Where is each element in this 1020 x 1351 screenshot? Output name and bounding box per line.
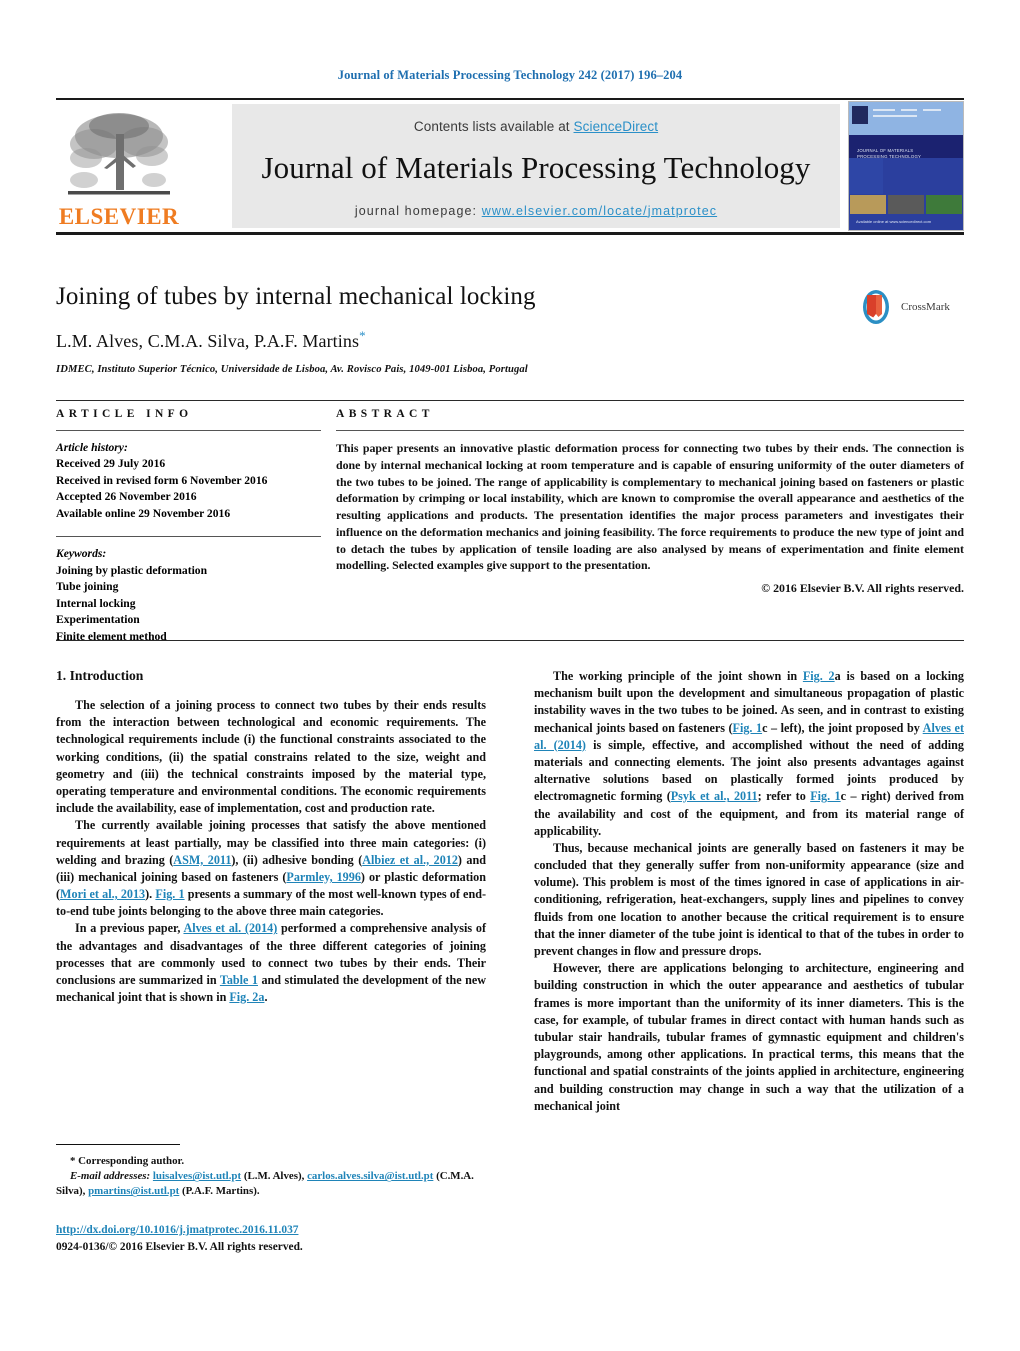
section-heading-introduction: 1. Introduction xyxy=(56,668,144,683)
running-head: Journal of Materials Processing Technolo… xyxy=(337,68,683,82)
affiliation: IDMEC, Instituto Superior Técnico, Unive… xyxy=(56,364,528,375)
history-revised: Received in revised form 6 November 2016 xyxy=(56,473,268,487)
page-title: Joining of tubes by internal mechanical … xyxy=(56,283,536,310)
keywords-label: Keywords: xyxy=(56,547,107,561)
keyword-item: Finite element method xyxy=(56,629,167,643)
text-run: In a previous paper, xyxy=(75,921,184,936)
article-info-rule xyxy=(56,430,321,431)
keyword-item: Internal locking xyxy=(56,596,136,610)
doi-block: http://dx.doi.org/10.1016/j.jmatprotec.2… xyxy=(56,1222,516,1255)
title-block: Joining of tubes by internal mechanical … xyxy=(56,282,964,375)
article-first-page: Journal of Materials Processing Technolo… xyxy=(0,0,1020,1351)
journal-title: Journal of Materials Processing Technolo… xyxy=(261,149,811,185)
abstract-rule xyxy=(336,430,964,431)
elsevier-tree-icon xyxy=(68,113,170,195)
journal-banner: Contents lists available at ScienceDirec… xyxy=(232,104,840,228)
paragraph: The working principle of the joint shown… xyxy=(534,668,964,840)
history-online: Available online 29 November 2016 xyxy=(56,506,231,520)
author-names: L.M. Alves, C.M.A. Silva, P.A.F. Martins xyxy=(56,331,360,351)
text-run: ; refer to xyxy=(757,789,811,804)
sciencedirect-link[interactable]: ScienceDirect xyxy=(574,119,659,134)
crossmark-label: CrossMark xyxy=(901,301,950,313)
article-history-label: Article history: xyxy=(56,441,128,454)
keyword-item: Experimentation xyxy=(56,613,140,627)
corresponding-author-marker: * xyxy=(359,328,366,343)
body-column-right: The working principle of the joint shown… xyxy=(534,668,964,1115)
body-top-rule xyxy=(56,640,964,642)
text-run: ). xyxy=(145,887,156,902)
abstract-column: ABSTRACT This paper presents an innovati… xyxy=(336,408,964,645)
footnote-block: * Corresponding author. E-mail addresses… xyxy=(56,1144,492,1200)
text-run: The working principle of the joint shown… xyxy=(553,669,803,683)
figure-link[interactable]: Fig. 1 xyxy=(733,721,763,735)
homepage-prefix: journal homepage: xyxy=(354,203,482,218)
citation-link[interactable]: Mori et al., 2013 xyxy=(60,887,145,901)
elsevier-wordmark: ELSEVIER xyxy=(58,204,180,229)
email-link[interactable]: luisalves@ist.utl.pt xyxy=(153,1170,241,1182)
article-info-column: ARTICLE INFO Article history: Received 2… xyxy=(56,408,336,645)
citation-link[interactable]: Psyk et al., 2011 xyxy=(671,789,758,803)
email-link[interactable]: pmartins@ist.utl.pt xyxy=(88,1185,179,1197)
doi-link[interactable]: http://dx.doi.org/10.1016/j.jmatprotec.2… xyxy=(56,1224,298,1236)
citation-link[interactable]: Alves et al. (2014) xyxy=(183,921,277,935)
doi-link-wrap: http://dx.doi.org/10.1016/j.jmatprotec.2… xyxy=(56,1222,516,1239)
elsevier-logo: ELSEVIER xyxy=(58,104,180,228)
info-abstract-top-rule xyxy=(56,400,964,402)
keywords-rule xyxy=(56,536,321,538)
cover-footer-text: Available online at www.sciencedirect.co… xyxy=(856,219,932,224)
contents-available-line: Contents lists available at ScienceDirec… xyxy=(414,119,658,134)
cover-photo-strip xyxy=(849,194,963,214)
abstract-text: This paper presents an innovative plasti… xyxy=(336,441,964,573)
paragraph: The selection of a joining process to co… xyxy=(56,698,486,816)
email-link[interactable]: carlos.alves.silva@ist.utl.pt xyxy=(307,1170,433,1182)
paragraph: In a previous paper, Alves et al. (2014)… xyxy=(56,920,486,1006)
keyword-item: Tube joining xyxy=(56,580,119,594)
masthead-bottom-rule xyxy=(56,232,964,235)
footnote-rule xyxy=(56,1144,180,1146)
corresponding-author-note: * Corresponding author. xyxy=(70,1155,185,1168)
cover-publisher-mark xyxy=(852,106,868,124)
text-run: c – left), the joint proposed by xyxy=(762,720,923,735)
figure-link[interactable]: Fig. 2 xyxy=(803,669,835,683)
history-accepted: Accepted 26 November 2016 xyxy=(56,490,197,504)
paragraph: Thus, because mechanical joints are gene… xyxy=(534,840,964,958)
paragraph: The currently available joining processe… xyxy=(56,817,486,920)
issn-copyright: 0924-0136/© 2016 Elsevier B.V. All right… xyxy=(56,1240,303,1253)
journal-homepage-link[interactable]: www.elsevier.com/locate/jmatprotec xyxy=(482,204,717,218)
masthead-top-rule xyxy=(56,98,964,101)
journal-homepage-line: journal homepage: www.elsevier.com/locat… xyxy=(355,204,717,218)
email-label: E-mail addresses: xyxy=(70,1170,151,1183)
email-addresses-note: E-mail addresses: luisalves@ist.utl.pt (… xyxy=(56,1169,492,1199)
article-info-heading: ARTICLE INFO xyxy=(56,408,193,420)
contents-prefix: Contents lists available at xyxy=(413,118,574,134)
cover-mid-inner xyxy=(883,158,963,195)
text-run: ), (ii) adhesive bonding ( xyxy=(231,852,363,867)
crossmark-badge[interactable]: CrossMark xyxy=(856,284,964,330)
figure-link[interactable]: Fig. 1 xyxy=(155,887,184,901)
crossmark-icon xyxy=(863,290,889,324)
figure-link[interactable]: Fig. 1 xyxy=(810,789,840,803)
journal-masthead: ELSEVIER Contents lists available at Sci… xyxy=(56,98,964,235)
abstract-heading: ABSTRACT xyxy=(336,408,434,420)
info-abstract-region: ARTICLE INFO Article history: Received 2… xyxy=(56,400,964,645)
citation-link[interactable]: ASM, 2011 xyxy=(173,853,231,867)
paragraph: However, there are applications belongin… xyxy=(534,961,964,1113)
author-list: L.M. Alves, C.M.A. Silva, P.A.F. Martins… xyxy=(56,328,964,352)
text-run: . xyxy=(264,990,268,1005)
body-column-left: 1. Introduction The selection of a joini… xyxy=(56,668,486,1115)
journal-cover-thumbnail: JOURNAL OF MATERIALS PROCESSING TECHNOLO… xyxy=(848,101,964,231)
citation-link[interactable]: Albiez et al., 2012 xyxy=(362,853,458,867)
text-run: (L.M. Alves), xyxy=(241,1170,308,1183)
text-run: (P.A.F. Martins). xyxy=(179,1185,260,1198)
history-received: Received 29 July 2016 xyxy=(56,457,166,471)
article-body: 1. Introduction The selection of a joini… xyxy=(56,668,964,1115)
figure-link[interactable]: Fig. 2a xyxy=(229,990,264,1004)
citation-link[interactable]: Parmley, 1996 xyxy=(286,870,360,884)
abstract-copyright: © 2016 Elsevier B.V. All rights reserved… xyxy=(761,581,964,596)
table-link[interactable]: Table 1 xyxy=(220,973,258,987)
keyword-item: Joining by plastic deformation xyxy=(56,563,208,577)
